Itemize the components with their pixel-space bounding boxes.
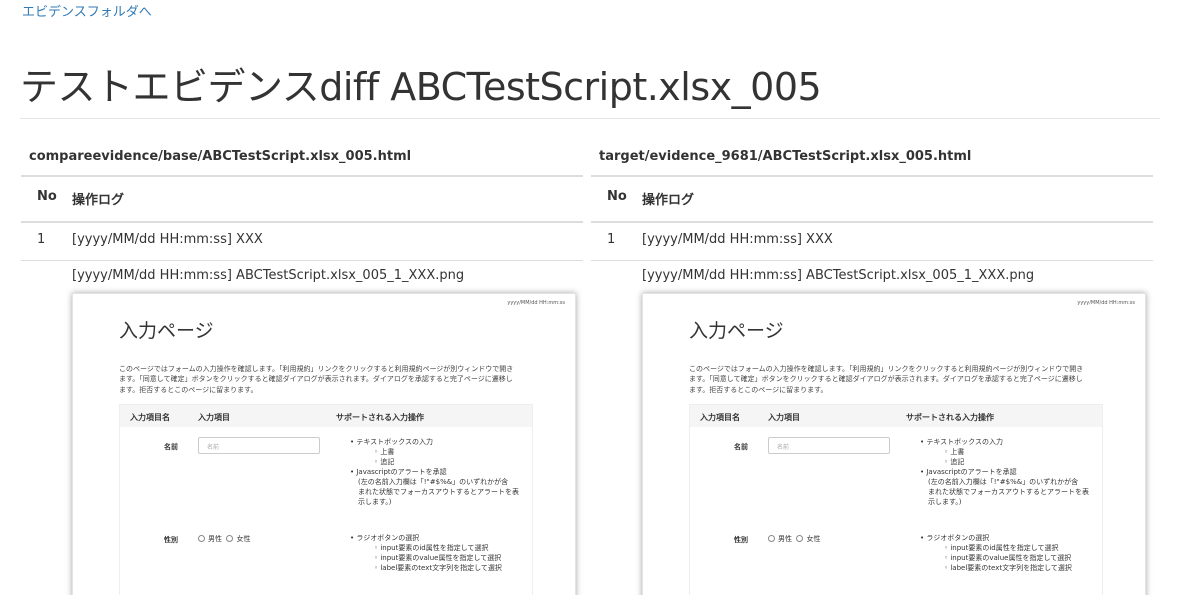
table-row: 1 [yyyy/MM/dd HH:mm:ss] XXX <box>591 222 1153 261</box>
screenshot-page-title: 入力ページ <box>689 319 784 342</box>
row-log-text: [yyyy/MM/dd HH:mm:ss] XXX <box>642 222 1153 261</box>
screenshot-form-table: 入力項目名 入力項目 サポートされる入力操作 名前 名前 • テキストボックスの… <box>119 403 533 595</box>
screenshot-description: このページではフォームの入力操作を確認します。「利用規約」リンクをクリックすると… <box>119 364 514 394</box>
screenshot-form-table: 入力項目名 入力項目 サポートされる入力操作 名前 名前 • テキストボックスの… <box>689 403 1103 595</box>
operation-log-table: No 操作ログ 1 [yyyy/MM/dd HH:mm:ss] XXX [yyy… <box>21 177 583 595</box>
row-number: 1 <box>21 222 72 261</box>
screenshot-timestamp: yyyy/MM/dd HH:mm:ss <box>1077 299 1135 306</box>
screenshot-table-header: 入力項目名 入力項目 サポートされる入力操作 <box>690 404 1102 427</box>
evidence-folder-link[interactable]: エビデンスフォルダへ <box>22 1 152 20</box>
row-log-text: [yyyy/MM/dd HH:mm:ss] XXX <box>72 222 583 261</box>
table-header-row: No 操作ログ <box>591 177 1153 223</box>
page-title: テストエビデンスdiff ABCTestScript.xlsx_005 <box>20 65 822 109</box>
image-caption: [yyyy/MM/dd HH:mm:ss] ABCTestScript.xlsx… <box>72 267 465 283</box>
image-caption: [yyyy/MM/dd HH:mm:ss] ABCTestScript.xlsx… <box>642 267 1035 283</box>
table-row-image: [yyyy/MM/dd HH:mm:ss] ABCTestScript.xlsx… <box>591 260 1153 595</box>
radio-icon <box>768 535 775 542</box>
evidence-screenshot[interactable]: yyyy/MM/dd HH:mm:ss 入力ページ このページではフォームの入力… <box>642 292 1146 595</box>
evidence-screenshot[interactable]: yyyy/MM/dd HH:mm:ss 入力ページ このページではフォームの入力… <box>72 292 576 595</box>
table-header-row: No 操作ログ <box>21 177 583 223</box>
radio-icon <box>198 535 205 542</box>
radio-icon <box>226 535 234 542</box>
base-evidence-column: compareevidence/base/ABCTestScript.xlsx_… <box>21 140 583 595</box>
header-operation-log: 操作ログ <box>72 177 583 223</box>
screenshot-name-input: 名前 <box>198 436 320 454</box>
header-no: No <box>591 177 642 223</box>
target-evidence-column: target/evidence_9681/ABCTestScript.xlsx_… <box>591 140 1153 595</box>
screenshot-name-input: 名前 <box>768 436 890 454</box>
target-file-path: target/evidence_9681/ABCTestScript.xlsx_… <box>591 140 1153 177</box>
header-operation-log: 操作ログ <box>642 177 1153 223</box>
screenshot-timestamp: yyyy/MM/dd HH:mm:ss <box>507 299 565 306</box>
header-no: No <box>21 177 72 223</box>
screenshot-description: このページではフォームの入力操作を確認します。「利用規約」リンクをクリックすると… <box>689 364 1084 394</box>
table-row-image: [yyyy/MM/dd HH:mm:ss] ABCTestScript.xlsx… <box>21 260 583 595</box>
operation-log-table: No 操作ログ 1 [yyyy/MM/dd HH:mm:ss] XXX [yyy… <box>591 177 1153 595</box>
screenshot-table-header: 入力項目名 入力項目 サポートされる入力操作 <box>120 404 532 427</box>
screenshot-page-title: 入力ページ <box>119 319 214 342</box>
base-file-path: compareevidence/base/ABCTestScript.xlsx_… <box>21 140 583 177</box>
radio-icon <box>796 535 804 542</box>
title-divider <box>20 118 1160 119</box>
table-row: 1 [yyyy/MM/dd HH:mm:ss] XXX <box>21 222 583 261</box>
row-number: 1 <box>591 222 642 261</box>
